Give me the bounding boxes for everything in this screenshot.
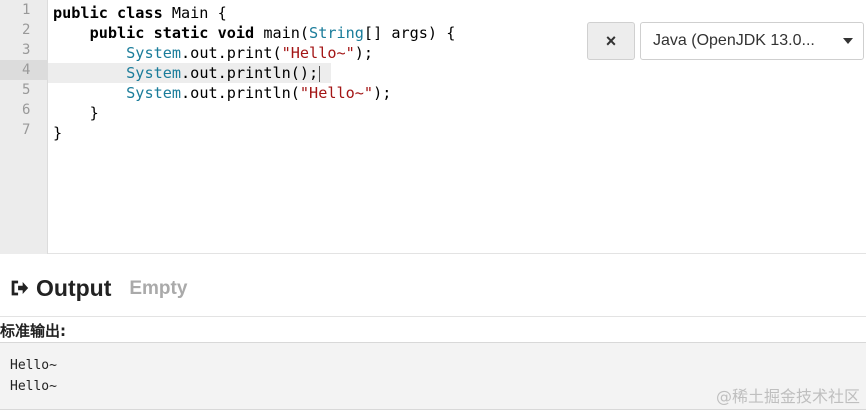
code-line[interactable]: } <box>53 123 866 143</box>
code-token: .out.println( <box>181 84 300 102</box>
code-token: String <box>309 24 364 42</box>
text-cursor <box>319 65 321 82</box>
line-number: 5 <box>22 82 31 98</box>
sign-out-icon <box>11 280 29 296</box>
code-token: ); <box>354 44 374 62</box>
code-token: Main { <box>162 4 227 22</box>
code-token: } <box>53 124 63 142</box>
code-token: System <box>126 44 182 62</box>
code-token: [] args) { <box>363 24 456 42</box>
line-number: 7 <box>22 122 31 138</box>
language-select-value: Java (OpenJDK 13.0... <box>653 32 815 49</box>
chevron-down-icon <box>843 38 853 44</box>
stdout-label: 标准输出: <box>0 322 66 340</box>
line-number: 2 <box>22 22 31 38</box>
code-token: .out.print( <box>181 44 282 62</box>
code-line[interactable]: } <box>53 103 866 123</box>
line-number: 6 <box>22 102 31 118</box>
clear-button[interactable]: × <box>587 22 635 60</box>
code-token: public class <box>53 4 163 22</box>
code-line[interactable]: System.out.println(); <box>48 63 331 83</box>
code-token: System <box>126 84 182 102</box>
output-title: Output <box>36 274 112 301</box>
code-token: .out.println(); <box>181 64 319 82</box>
line-number-gutter: 1 2 3 4 5 6 7 <box>0 0 48 254</box>
stdout-line: Hello~ <box>10 358 57 373</box>
code-token: "Hello~" <box>299 84 374 102</box>
code-token: System <box>126 64 182 82</box>
output-status: Empty <box>129 278 188 299</box>
line-number: 4 <box>0 60 47 80</box>
line-number: 3 <box>22 42 31 58</box>
watermark: @稀土掘金技术社区 <box>715 387 860 406</box>
code-token: public static void <box>89 24 255 42</box>
code-line[interactable]: System.out.println("Hello~"); <box>53 83 866 103</box>
code-token: } <box>53 104 99 122</box>
code-line[interactable]: public class Main { <box>53 3 866 23</box>
close-icon: × <box>605 30 617 51</box>
language-select[interactable]: Java (OpenJDK 13.0... <box>640 22 864 60</box>
output-header: Output Empty <box>0 268 187 308</box>
divider <box>0 316 866 317</box>
line-number: 1 <box>22 2 31 18</box>
code-token: "Hello~" <box>281 44 355 62</box>
code-token: ); <box>373 84 392 102</box>
code-token: main( <box>254 24 310 42</box>
